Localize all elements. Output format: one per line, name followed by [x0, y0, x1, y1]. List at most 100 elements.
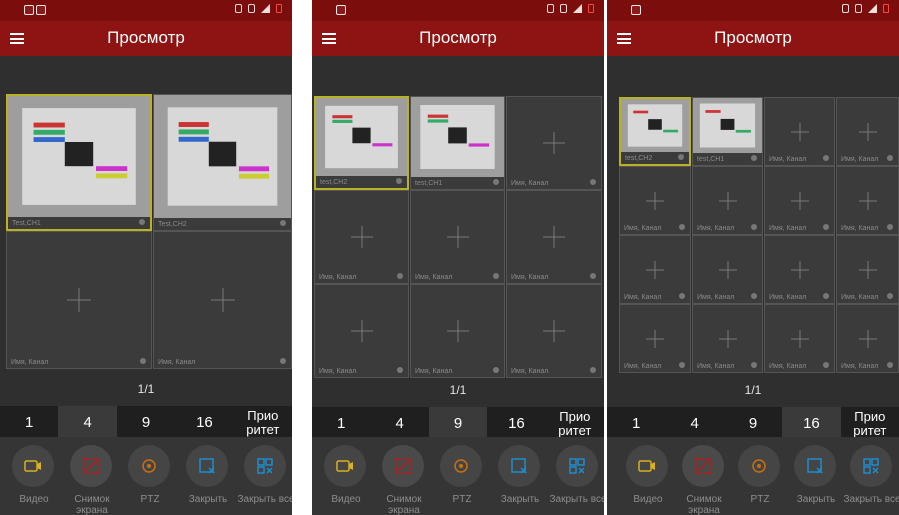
tab-9[interactable]: 9: [724, 407, 782, 440]
app-bar: Просмотр: [0, 21, 292, 56]
channel-cell[interactable]: test,CH2: [619, 97, 691, 166]
empty-channel-cell[interactable]: Имя, Канал: [836, 166, 899, 235]
tab-4[interactable]: 4: [665, 407, 723, 440]
tab-9[interactable]: 9: [428, 407, 488, 440]
empty-channel-cell[interactable]: Имя, Канал: [764, 235, 835, 304]
video-button[interactable]: Видео: [5, 437, 63, 515]
status-dot: [493, 367, 499, 373]
channel-label: Имя, Канал: [841, 363, 879, 370]
ptz-button[interactable]: PTZ: [731, 437, 789, 515]
status-dot: [397, 273, 403, 279]
empty-channel-cell[interactable]: Имя, Канал: [506, 190, 602, 284]
channel-label: Имя, Канал: [697, 294, 735, 301]
close-button[interactable]: Закрыть: [787, 437, 845, 515]
channel-cell[interactable]: test,CH1: [692, 97, 763, 166]
close-icon: [511, 458, 527, 474]
empty-channel-cell[interactable]: Имя, Канал: [314, 284, 409, 378]
camera-feed: [621, 99, 689, 152]
tab-priority[interactable]: Прио ритет: [546, 407, 604, 440]
close-all-label: Закрыть все: [237, 494, 292, 505]
channel-label: Имя, Канал: [697, 363, 735, 370]
ptz-icon: [752, 459, 766, 473]
channel-cell[interactable]: test,CH1: [410, 96, 505, 190]
phone-screen-3: Просмотр test,CH2 test,CH1 Имя, Канал Им…: [607, 0, 899, 515]
status-dot: [140, 358, 146, 364]
close-all-button[interactable]: Закрыть все: [843, 437, 899, 515]
ptz-label: PTZ: [140, 494, 160, 505]
channel-label: test,CH2: [320, 179, 348, 186]
tab-4[interactable]: 4: [370, 407, 428, 440]
tab-1[interactable]: 1: [0, 406, 58, 439]
snapshot-button[interactable]: Снимок экрана: [375, 437, 433, 515]
tab-priority[interactable]: Прио ритет: [841, 407, 899, 440]
empty-channel-cell[interactable]: Имя, Канал: [619, 235, 691, 304]
close-all-button[interactable]: Закрыть все: [237, 437, 292, 515]
empty-channel-cell[interactable]: Имя, Канал: [692, 166, 763, 235]
empty-channel-cell[interactable]: Имя, Канал: [619, 304, 691, 373]
status-dot: [679, 293, 685, 299]
close-all-button[interactable]: Закрыть все: [549, 437, 604, 515]
empty-channel-cell[interactable]: Имя, Канал: [153, 231, 292, 369]
empty-channel-cell[interactable]: Имя, Канал: [836, 304, 899, 373]
status-dot: [823, 224, 829, 230]
channel-cell[interactable]: test,CH2: [314, 96, 409, 190]
status-dot: [590, 273, 596, 279]
empty-channel-cell[interactable]: Имя, Канал: [6, 231, 152, 369]
tab-16[interactable]: 16: [175, 406, 233, 439]
channel-label: Имя, Канал: [841, 156, 879, 163]
page-title: Просмотр: [107, 28, 185, 47]
status-bar: [607, 0, 899, 21]
empty-channel-cell[interactable]: Имя, Канал: [410, 284, 505, 378]
snapshot-button[interactable]: Снимок экрана: [675, 437, 733, 515]
close-button[interactable]: Закрыть: [179, 437, 237, 515]
channel-label: Имя, Канал: [511, 368, 549, 375]
video-button[interactable]: Видео: [317, 437, 375, 515]
ptz-button[interactable]: PTZ: [433, 437, 491, 515]
close-all-label: Закрыть все: [843, 494, 899, 505]
tab-16[interactable]: 16: [487, 407, 545, 440]
close-button[interactable]: Закрыть: [491, 437, 549, 515]
action-bar: Видео Снимок экрана PTZ Закрыть Закрыть …: [312, 437, 604, 515]
snapshot-button[interactable]: Снимок экрана: [63, 437, 121, 515]
empty-channel-cell[interactable]: Имя, Канал: [314, 190, 409, 284]
video-button[interactable]: Видео: [619, 437, 677, 515]
empty-channel-cell[interactable]: Имя, Канал: [506, 96, 602, 190]
close-label: Закрыть: [500, 494, 540, 505]
empty-channel-cell[interactable]: Имя, Канал: [836, 97, 899, 166]
close-label: Закрыть: [188, 494, 228, 505]
close-icon: [807, 458, 823, 474]
channel-cell[interactable]: Test,CH2: [153, 94, 292, 231]
empty-channel-cell[interactable]: Имя, Канал: [764, 97, 835, 166]
tab-9[interactable]: 9: [117, 406, 175, 439]
channel-label: test,CH1: [415, 180, 443, 187]
video-grid: test,CH2 test,CH1 Имя, Канал Имя, Канал …: [312, 96, 604, 378]
status-dot: [678, 154, 684, 160]
notification-icons: [336, 5, 346, 15]
tab-4[interactable]: 4: [58, 406, 117, 439]
channel-label: Имя, Канал: [415, 274, 453, 281]
ptz-button[interactable]: PTZ: [121, 437, 179, 515]
empty-channel-cell[interactable]: Имя, Канал: [410, 190, 505, 284]
channel-cell[interactable]: Test,CH1: [6, 94, 152, 231]
tab-priority[interactable]: Прио ритет: [234, 406, 292, 439]
empty-channel-cell[interactable]: Имя, Канал: [619, 166, 691, 235]
empty-channel-cell[interactable]: Имя, Канал: [692, 235, 763, 304]
empty-channel-cell[interactable]: Имя, Канал: [764, 304, 835, 373]
status-dot: [493, 273, 499, 279]
empty-channel-cell[interactable]: Имя, Канал: [764, 166, 835, 235]
camera-feed: [693, 98, 762, 153]
channel-label: Имя, Канал: [769, 156, 807, 163]
empty-channel-cell[interactable]: Имя, Канал: [836, 235, 899, 304]
tab-1[interactable]: 1: [312, 407, 370, 440]
tab-1[interactable]: 1: [607, 407, 665, 440]
notification-icons: [631, 5, 641, 15]
page-title: Просмотр: [419, 28, 497, 47]
empty-channel-cell[interactable]: Имя, Канал: [692, 304, 763, 373]
status-dot: [823, 293, 829, 299]
snapshot-label: Снимок экрана: [686, 494, 722, 515]
status-dot: [887, 293, 893, 299]
channel-label: Имя, Канал: [697, 225, 735, 232]
tab-16[interactable]: 16: [782, 407, 841, 440]
channel-label: Имя, Канал: [624, 225, 662, 232]
empty-channel-cell[interactable]: Имя, Канал: [506, 284, 602, 378]
